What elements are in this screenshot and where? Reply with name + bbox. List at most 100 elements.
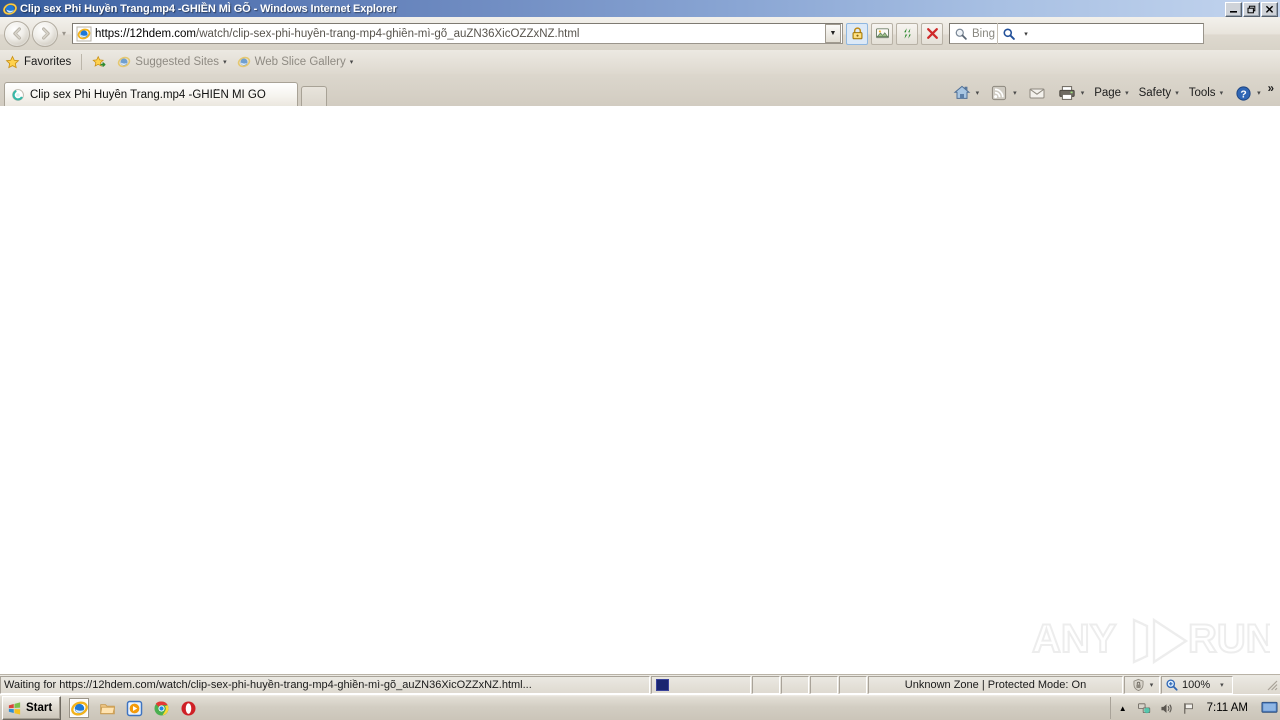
taskbar: Start ▲ 7:11 AM (0, 694, 1280, 720)
svg-text:?: ? (1240, 89, 1246, 100)
status-bar: Waiting for https://12hdem.com/watch/cli… (0, 674, 1280, 695)
favorites-bar-item-web-slice-gallery[interactable]: Web Slice Gallery ▾ (232, 52, 359, 72)
search-provider-icon (952, 25, 970, 43)
chevron-down-icon[interactable]: ▾ (1220, 681, 1224, 689)
address-bar[interactable]: https://12hdem.com/watch/clip-sex-phi-hu… (72, 23, 843, 44)
start-button[interactable]: Start (2, 696, 62, 720)
status-message: Waiting for https://12hdem.com/watch/cli… (0, 676, 650, 694)
command-bar: ▾ ▾ ▾ Page ▾ Safety ▾ Tools ▾ ? ▾ » (947, 80, 1280, 106)
ie-browser-window: Clip sex Phi Huyền Trang.mp4 -GHIỀN MÌ G… (0, 0, 1280, 720)
quick-launch-bar (69, 698, 197, 718)
feeds-icon (989, 83, 1009, 103)
print-button[interactable]: ▾ (1052, 82, 1090, 104)
address-bar-dropdown[interactable]: ▼ (825, 24, 841, 43)
favorites-bar-item-suggested-sites[interactable]: Suggested Sites ▾ (112, 52, 231, 72)
title-bar: Clip sex Phi Huyền Trang.mp4 -GHIỀN MÌ G… (0, 0, 1280, 17)
security-lock-icon[interactable] (846, 22, 868, 45)
tray-expand-icon[interactable]: ▲ (1115, 700, 1131, 716)
mail-button[interactable] (1022, 82, 1052, 104)
minimize-button[interactable] (1225, 2, 1242, 17)
close-button[interactable] (1261, 2, 1278, 17)
chevron-down-icon[interactable]: ▾ (1150, 681, 1154, 689)
taskbar-file-explorer-icon[interactable] (98, 699, 116, 717)
volume-icon[interactable] (1159, 700, 1175, 716)
taskbar-media-player-icon[interactable] (125, 699, 143, 717)
address-bar-url: https://12hdem.com/watch/clip-sex-phi-hu… (95, 28, 825, 40)
status-slot-3 (810, 676, 838, 694)
tab-label: Clip sex Phi Huyền Trang.mp4 -GHIỀN MÌ G… (30, 88, 266, 101)
new-tab-button[interactable] (301, 86, 327, 106)
favorites-bar-item-label: Suggested Sites (135, 56, 220, 68)
chevron-down-icon[interactable]: ▾ (1220, 89, 1224, 97)
home-icon (952, 83, 972, 103)
maximize-restore-button[interactable] (1243, 2, 1260, 17)
page-content-area: ANY RUN (0, 106, 1280, 674)
url-host: 12hdem.com (129, 27, 197, 40)
zoom-icon (1165, 678, 1179, 692)
clock[interactable]: 7:11 AM (1203, 702, 1252, 714)
stop-icon[interactable] (921, 22, 943, 45)
zoom-control[interactable]: 100% ▾ (1161, 676, 1233, 694)
favorites-bar-item-label: Web Slice Gallery (254, 56, 346, 68)
flag-icon[interactable] (1181, 700, 1197, 716)
search-input[interactable]: Bing (972, 28, 995, 40)
loading-spinner-icon (11, 88, 25, 102)
favorites-bar: Favorites Suggested Sites ▾ Web Slice Ga… (0, 50, 1280, 75)
feeds-button[interactable]: ▾ (984, 82, 1022, 104)
mail-icon (1027, 83, 1047, 103)
taskbar-google-chrome-icon[interactable] (152, 699, 170, 717)
chevron-down-icon[interactable]: ▾ (350, 58, 354, 66)
tools-menu-label: Tools (1188, 87, 1216, 99)
chevron-down-icon[interactable]: ▾ (1257, 89, 1261, 97)
favorites-button[interactable]: Favorites (0, 52, 76, 72)
page-menu-label: Page (1094, 87, 1122, 99)
url-path: /watch/clip-sex-phi-huyền-trang-mp4-ghiề… (196, 27, 580, 40)
help-menu[interactable]: ? ▾ (1228, 82, 1266, 104)
navigation-toolbar: ▾ https://12hdem.com/watch/clip-sex-phi-… (0, 17, 1280, 50)
add-star-icon (92, 55, 107, 70)
taskbar-opera-icon[interactable] (179, 699, 197, 717)
chevron-down-icon[interactable]: ▾ (1013, 89, 1017, 97)
back-button[interactable] (4, 20, 30, 47)
internet-explorer-icon (117, 55, 131, 69)
help-icon: ? (1233, 83, 1253, 103)
status-slot-1 (752, 676, 780, 694)
tools-menu[interactable]: Tools ▾ (1184, 82, 1228, 104)
network-icon[interactable] (1137, 700, 1153, 716)
system-tray: ▲ 7:11 AM (1109, 697, 1280, 719)
favorites-label: Favorites (24, 56, 72, 68)
internet-explorer-icon (3, 2, 17, 16)
safety-menu-label: Safety (1138, 87, 1172, 99)
page-menu[interactable]: Page ▾ (1089, 82, 1133, 104)
chevron-down-icon[interactable]: ▾ (976, 89, 980, 97)
security-zone-label: Unknown Zone | Protected Mode: On (868, 676, 1123, 694)
refresh-icon[interactable] (896, 22, 918, 45)
show-desktop-icon[interactable] (1260, 700, 1278, 716)
taskbar-internet-explorer-icon[interactable] (69, 698, 90, 718)
window-controls (1225, 2, 1278, 17)
home-button[interactable]: ▾ (947, 82, 985, 104)
chevron-down-icon[interactable]: ▾ (1175, 89, 1179, 97)
tab-active[interactable]: Clip sex Phi Huyền Trang.mp4 -GHIỀN MÌ G… (4, 82, 298, 106)
windows-logo-icon (7, 701, 22, 716)
chevron-down-icon[interactable]: ▾ (223, 58, 227, 66)
chevron-down-icon[interactable]: ▾ (1081, 89, 1085, 97)
compatibility-view-icon[interactable] (871, 22, 893, 45)
recent-pages-dropdown[interactable]: ▾ (58, 29, 70, 38)
status-slot-4 (839, 676, 867, 694)
security-zone-button[interactable]: ▾ (1124, 676, 1160, 694)
add-to-favorites-bar-button[interactable] (87, 52, 112, 72)
forward-button[interactable] (32, 20, 58, 47)
search-dropdown[interactable]: ▾ (1020, 30, 1032, 38)
search-box[interactable]: Bing ▾ (949, 23, 1204, 44)
url-scheme-host: https:// (95, 27, 130, 40)
chevron-down-icon[interactable]: ▾ (1125, 89, 1129, 97)
safety-menu[interactable]: Safety ▾ (1134, 82, 1184, 104)
resize-grip[interactable] (1265, 678, 1279, 692)
svg-text:ANY: ANY (1032, 617, 1117, 661)
page-load-progress (651, 676, 751, 694)
anyrun-watermark: ANY RUN (1030, 612, 1270, 668)
command-bar-overflow[interactable]: » (1266, 78, 1276, 108)
status-slot-2 (781, 676, 809, 694)
search-go-button[interactable] (997, 23, 1020, 44)
